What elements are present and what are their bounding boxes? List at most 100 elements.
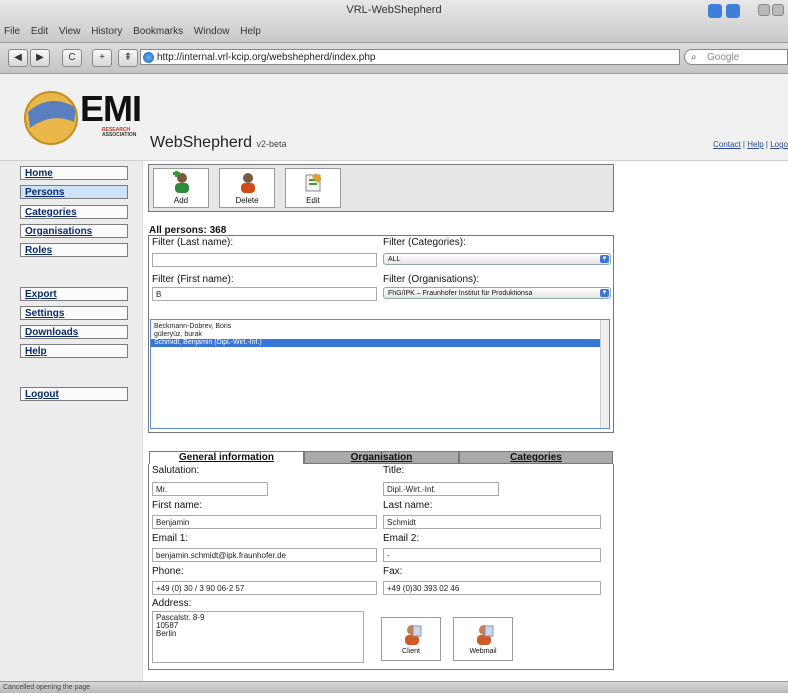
window-titlebar: VRL-WebShepherd File Edit View History B…: [0, 0, 788, 43]
title-label: Title:: [383, 465, 405, 476]
window-title: VRL-WebShepherd: [346, 4, 442, 16]
list-item[interactable]: güleryüz, burak: [151, 331, 609, 339]
edit-button[interactable]: Edit: [285, 168, 341, 208]
webmail-button[interactable]: Webmail: [453, 617, 513, 661]
delete-button-label: Delete: [235, 196, 259, 205]
nav-bar: ◀ ▶ C + ⇞ http://internal.vrl-kcip.org/w…: [0, 43, 788, 74]
sidebar-item-logout[interactable]: Logout: [20, 387, 128, 401]
logo-text: EMI: [80, 88, 142, 129]
window-tab-icon[interactable]: [708, 4, 722, 18]
salutation-field[interactable]: Mr.: [152, 482, 268, 496]
emi-logo: EMI RESEARCH ASSOCIATION: [18, 82, 148, 148]
sidebar-item-home[interactable]: Home: [20, 166, 128, 180]
add-button-label: Add: [173, 196, 189, 205]
address-field[interactable]: Pascalstr. 8-9 10587 Berlin: [152, 611, 364, 663]
sidebar-item-persons[interactable]: Persons: [20, 185, 128, 199]
person-icon: [405, 625, 422, 645]
sidebar-item-categories[interactable]: Categories: [20, 205, 128, 219]
chevron-down-icon: ▼: [600, 289, 609, 297]
app-title: WebShepherd v2-beta: [150, 134, 287, 151]
search-icon: ⌕: [691, 52, 697, 63]
forward-button[interactable]: ▶: [30, 49, 50, 67]
first-name-field[interactable]: Benjamin: [152, 515, 377, 529]
salutation-label: Salutation:: [152, 465, 200, 476]
url-text: http://internal.vrl-kcip.org/webshepherd…: [157, 52, 376, 63]
client-button-label: Client: [402, 648, 420, 655]
search-input[interactable]: ⌕ Google: [684, 49, 788, 65]
toolbar: Add Delete Edit: [148, 164, 614, 212]
contact-link[interactable]: Contact: [713, 140, 741, 149]
globe-icon: [143, 52, 154, 63]
filter-first-input[interactable]: B: [152, 287, 377, 301]
logo-subtext: RESEARCH ASSOCIATION: [102, 127, 137, 138]
menu-bar: File Edit View History Bookmarks Window …: [4, 26, 269, 37]
list-item-selected[interactable]: Schmidt, Benjamin (Dipl.-Wirt.-Inf.): [151, 339, 609, 347]
filter-organisations-select[interactable]: FhG/IPK – Fraunhofer Institut für Produk…: [383, 287, 611, 299]
address-label: Address:: [152, 598, 192, 609]
email1-label: Email 1:: [152, 533, 189, 544]
sidebar-item-downloads[interactable]: Downloads: [20, 325, 128, 339]
phone-label: Phone:: [152, 566, 184, 577]
list-scrollbar[interactable]: [600, 320, 609, 428]
back-button[interactable]: ◀: [8, 49, 28, 67]
logout-link[interactable]: Logo: [770, 140, 788, 149]
reload-button[interactable]: C: [62, 49, 82, 67]
help-link[interactable]: Help: [747, 140, 763, 149]
sidebar-item-roles[interactable]: Roles: [20, 243, 128, 257]
tab-organisation[interactable]: Organisation: [304, 451, 459, 464]
delete-person-icon: [241, 173, 255, 193]
filter-last-label: Filter (Last name):: [152, 237, 234, 248]
search-placeholder: Google: [707, 52, 740, 63]
email2-field[interactable]: -: [383, 548, 601, 562]
filter-organisations-label: Filter (Organisations):: [383, 274, 480, 285]
filter-last-input[interactable]: [152, 253, 377, 267]
filter-categories-label: Filter (Categories):: [383, 237, 466, 248]
filter-first-label: Filter (First name):: [152, 274, 234, 285]
main-content: Add Delete Edit All persons: 368 Filter …: [142, 161, 788, 681]
menu-help[interactable]: Help: [240, 26, 261, 37]
filter-categories-select[interactable]: ALL ▼: [383, 253, 611, 265]
sidebar-item-export[interactable]: Export: [20, 287, 128, 301]
sidebar-item-help[interactable]: Help: [20, 344, 128, 358]
menu-edit[interactable]: Edit: [31, 26, 48, 37]
add-person-icon: [173, 171, 189, 193]
edit-button-label: Edit: [306, 196, 320, 205]
globe-logo-icon: [24, 91, 78, 145]
menu-window[interactable]: Window: [194, 26, 230, 37]
menu-view[interactable]: View: [59, 26, 81, 37]
email2-label: Email 2:: [383, 533, 420, 544]
menu-file[interactable]: File: [4, 26, 20, 37]
list-item[interactable]: Beckmann-Dobrev, Boris: [151, 323, 609, 331]
client-button[interactable]: Client: [381, 617, 441, 661]
fax-label: Fax:: [383, 566, 403, 577]
app-version: v2-beta: [256, 139, 287, 149]
delete-button[interactable]: Delete: [219, 168, 275, 208]
sidebar-item-settings[interactable]: Settings: [20, 306, 128, 320]
last-name-label: Last name:: [383, 500, 433, 511]
sidebar: Home Persons Categories Organisations Ro…: [0, 161, 143, 681]
tab-general-information[interactable]: General information: [149, 451, 304, 464]
first-name-label: First name:: [152, 500, 203, 511]
menu-history[interactable]: History: [91, 26, 122, 37]
add-bookmark-button[interactable]: +: [92, 49, 112, 67]
phone-field[interactable]: +49 (0) 30 / 3 90 06-2 57: [152, 581, 377, 595]
email1-field[interactable]: benjamin.schmidt@ipk.fraunhofer.de: [152, 548, 377, 562]
mail-person-icon: [477, 625, 494, 645]
add-button[interactable]: Add: [153, 168, 209, 208]
window-grid-icon[interactable]: [726, 4, 740, 18]
sidebar-item-organisations[interactable]: Organisations: [20, 224, 128, 238]
webmail-button-label: Webmail: [469, 648, 497, 655]
home-button[interactable]: ⇞: [118, 49, 138, 67]
window-maximize-icon[interactable]: [772, 4, 784, 16]
top-links: Contact | Help | Logo: [713, 140, 788, 149]
persons-list[interactable]: Beckmann-Dobrev, Boris güleryüz, burak S…: [150, 319, 610, 429]
edit-icon: [305, 173, 322, 192]
title-field[interactable]: Dipl.-Wirt.-Inf.: [383, 482, 499, 496]
fax-field[interactable]: +49 (0)30 393 02 46: [383, 581, 601, 595]
status-bar: Cancelled opening the page: [0, 681, 788, 693]
url-input[interactable]: http://internal.vrl-kcip.org/webshepherd…: [140, 49, 680, 65]
window-minimize-icon[interactable]: [758, 4, 770, 16]
tab-categories[interactable]: Categories: [459, 451, 613, 464]
last-name-field[interactable]: Schmidt: [383, 515, 601, 529]
menu-bookmarks[interactable]: Bookmarks: [133, 26, 183, 37]
